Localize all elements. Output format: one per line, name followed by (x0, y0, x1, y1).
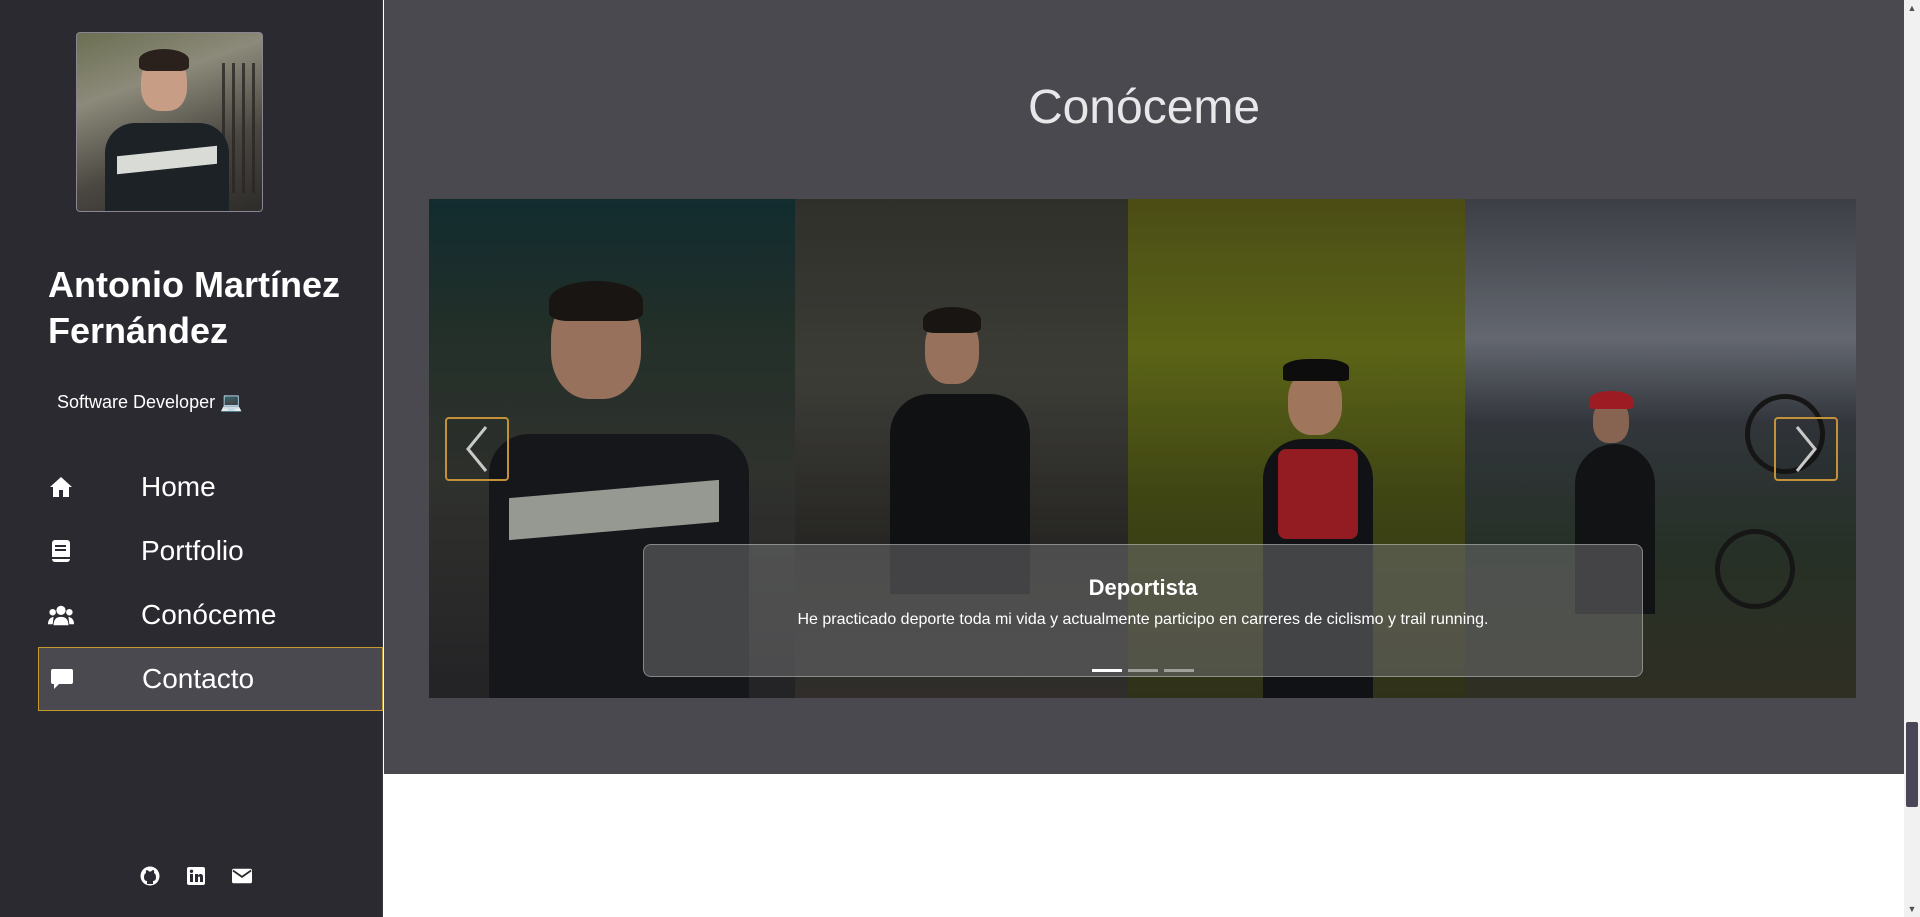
carousel-caption: Deportista He practicado deporte toda mi… (643, 544, 1643, 677)
users-icon (48, 602, 74, 628)
linkedin-icon[interactable] (186, 866, 206, 886)
nav-label: Conóceme (141, 599, 277, 630)
profile-photo (76, 32, 263, 212)
nav-item-contacto[interactable]: Contacto (38, 647, 383, 711)
carousel-indicators (644, 669, 1642, 672)
scroll-down-arrow-icon[interactable]: ▼ (1904, 901, 1920, 917)
section-title: Conóceme (1027, 81, 1261, 134)
carousel-prev-button[interactable] (445, 417, 509, 481)
book-icon (48, 538, 74, 564)
nav-label: Home (141, 471, 216, 502)
chevron-left-icon (466, 426, 488, 472)
nav-item-conoceme[interactable]: Conóceme (38, 583, 383, 647)
nav-item-portfolio[interactable]: Portfolio (38, 519, 383, 583)
nav-label: Portfolio (141, 535, 244, 566)
sidebar-nav: Home Portfolio Conóceme Contacto (38, 455, 383, 711)
social-links (140, 866, 252, 886)
about-section: Conóceme Deportista He practicado deport… (384, 0, 1904, 774)
caption-text: He practicado deporte toda mi vida y act… (797, 611, 1489, 628)
scroll-thumb[interactable] (1906, 722, 1918, 807)
scroll-up-arrow-icon[interactable]: ▲ (1904, 0, 1920, 16)
sidebar: Antonio Martínez Fernández Software Deve… (0, 0, 383, 917)
nav-label: Contacto (142, 663, 255, 694)
envelope-icon[interactable] (232, 866, 252, 886)
carousel-next-button[interactable] (1774, 417, 1838, 481)
carousel-indicator-2[interactable] (1128, 669, 1158, 672)
caption-title: Deportista (1088, 575, 1198, 600)
home-icon (48, 474, 74, 500)
carousel-indicator-3[interactable] (1164, 669, 1194, 672)
carousel-indicator-1[interactable] (1092, 669, 1122, 672)
photo-carousel[interactable]: Deportista He practicado deporte toda mi… (429, 199, 1856, 698)
github-icon[interactable] (140, 866, 160, 886)
profile-role: Software Developer 💻 (57, 392, 243, 412)
profile-name: Antonio Martínez Fernández (48, 264, 340, 351)
message-icon (49, 666, 75, 692)
page-scrollbar[interactable]: ▲ ▼ (1904, 0, 1920, 917)
nav-item-home[interactable]: Home (38, 455, 383, 519)
chevron-right-icon (1795, 426, 1817, 472)
